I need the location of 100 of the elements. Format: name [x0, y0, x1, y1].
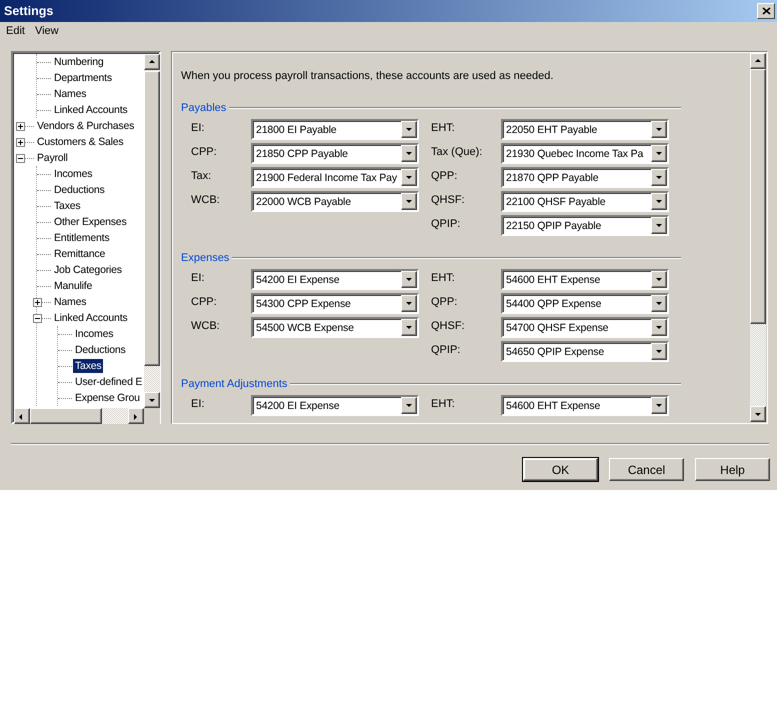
field-label: EHT: [431, 121, 456, 134]
dropdown-arrow-button[interactable] [401, 193, 417, 210]
tree-item[interactable]: Entitlements [52, 231, 112, 245]
account-dropdown[interactable]: 54200 EI Expense [251, 395, 419, 416]
tree-item[interactable]: Taxes [52, 199, 82, 213]
account-dropdown[interactable]: 22100 QHSF Payable [501, 191, 669, 212]
collapse-toggle[interactable] [33, 314, 42, 322]
field-label: EI: [191, 397, 206, 410]
scroll-right-button[interactable] [128, 408, 144, 424]
dropdown-arrow-button[interactable] [651, 295, 667, 312]
tree-item[interactable]: Deductions [52, 183, 107, 197]
dropdown-arrow-button[interactable] [651, 271, 667, 288]
account-dropdown[interactable]: 21800 EI Payable [251, 119, 419, 140]
tree-item[interactable]: Customers & Sales [35, 135, 126, 149]
field-label: QPP: [431, 295, 458, 308]
tree-item[interactable]: User-defined E [73, 375, 144, 389]
section-title: Payables [181, 102, 226, 114]
expand-toggle[interactable] [33, 298, 42, 306]
dropdown-arrow-button[interactable] [401, 169, 417, 186]
dropdown-arrow-button[interactable] [401, 397, 417, 414]
expand-toggle[interactable] [16, 138, 25, 146]
dialog-button[interactable]: OK [523, 458, 598, 481]
section-title: Expenses [181, 252, 230, 264]
dropdown-arrow-button[interactable] [401, 319, 417, 336]
field-label: Tax (Que): [431, 145, 484, 158]
tree-item[interactable]: Departments [52, 71, 114, 85]
scrollbar-thumb[interactable] [30, 408, 102, 424]
scroll-up-button[interactable] [750, 53, 766, 69]
tree-item[interactable]: Linked Accounts [52, 103, 130, 117]
collapse-toggle[interactable] [16, 154, 25, 162]
account-dropdown[interactable]: 22000 WCB Payable [251, 191, 419, 212]
caret-icon [404, 401, 414, 410]
caret-icon [404, 173, 414, 182]
account-dropdown[interactable]: 54300 CPP Expense [251, 293, 419, 314]
tree-item[interactable]: Payroll [35, 151, 70, 165]
dropdown-arrow-button[interactable] [651, 397, 667, 414]
account-dropdown[interactable]: 54400 QPP Expense [501, 293, 669, 314]
tree-item[interactable]: Vendors & Purchases [35, 119, 136, 133]
dropdown-arrow-button[interactable] [651, 169, 667, 186]
tree-item[interactable]: Manulife [52, 279, 94, 293]
dropdown-arrow-button[interactable] [651, 319, 667, 336]
menu-item[interactable]: Edit [1, 25, 30, 37]
caret-icon [654, 401, 664, 410]
expand-toggle[interactable] [16, 122, 25, 130]
field-label: QPIP: [431, 343, 462, 356]
close-button[interactable] [757, 3, 775, 19]
scroll-left-button[interactable] [14, 408, 30, 424]
tree-item[interactable]: Deductions [73, 343, 128, 357]
scrollbar-thumb[interactable] [144, 71, 160, 366]
dropdown-arrow-button[interactable] [651, 193, 667, 210]
tree-item[interactable]: Names [52, 295, 88, 309]
account-dropdown[interactable]: 22150 QPIP Payable [501, 215, 669, 236]
account-dropdown[interactable]: 21930 Quebec Income Tax Pa [501, 143, 669, 164]
dialog-button[interactable]: Help [695, 458, 770, 481]
caret-icon [404, 125, 414, 134]
account-dropdown[interactable]: 21850 CPP Payable [251, 143, 419, 164]
dropdown-arrow-button[interactable] [651, 121, 667, 138]
dialog-button[interactable]: Cancel [609, 458, 684, 481]
account-dropdown[interactable]: 54200 EI Expense [251, 269, 419, 290]
dropdown-arrow-button[interactable] [401, 271, 417, 288]
tree-item[interactable]: Numbering [52, 55, 106, 69]
tree-item[interactable]: Other Expenses [52, 215, 128, 229]
field-label: QPP: [431, 169, 458, 182]
intro-text: When you process payroll transactions, these accounts are used as needed. [181, 70, 554, 82]
caret-icon [654, 197, 664, 206]
account-dropdown[interactable]: 54700 QHSF Expense [501, 317, 669, 338]
vertical-scrollbar[interactable] [750, 53, 766, 422]
account-dropdown[interactable]: 54650 QPIP Expense [501, 341, 669, 362]
dropdown-arrow-button[interactable] [651, 343, 667, 360]
account-dropdown[interactable]: 21870 QPP Payable [501, 167, 669, 188]
account-dropdown[interactable]: 21900 Federal Income Tax Pay [251, 167, 419, 188]
tree-item[interactable]: Remittance [52, 247, 108, 261]
tree-item[interactable]: Names [52, 87, 88, 101]
field-label: QHSF: [431, 319, 466, 332]
tree-item[interactable]: Incomes [52, 167, 94, 181]
scrollbar-thumb[interactable] [750, 69, 766, 324]
scroll-up-button[interactable] [144, 54, 160, 70]
account-dropdown[interactable]: 54600 EHT Expense [501, 269, 669, 290]
dropdown-arrow-button[interactable] [651, 145, 667, 162]
caret-icon [404, 299, 414, 308]
menu-item[interactable]: View [30, 25, 64, 37]
dropdown-arrow-button[interactable] [401, 295, 417, 312]
tree-item[interactable]: Expense Grou [73, 391, 142, 405]
scrollbar-corner [144, 408, 160, 424]
caret-icon [654, 125, 664, 134]
dropdown-arrow-button[interactable] [651, 217, 667, 234]
dropdown-arrow-button[interactable] [401, 121, 417, 138]
horizontal-scrollbar[interactable] [14, 408, 144, 424]
field-label: EI: [191, 271, 206, 284]
tree-item[interactable]: Job Categories [52, 263, 124, 277]
scroll-down-button[interactable] [750, 406, 766, 422]
tree-item[interactable]: Linked Accounts [52, 311, 130, 325]
dropdown-arrow-button[interactable] [401, 145, 417, 162]
account-dropdown[interactable]: 54600 EHT Expense [501, 395, 669, 416]
account-dropdown[interactable]: 22050 EHT Payable [501, 119, 669, 140]
scroll-down-button[interactable] [144, 392, 160, 408]
account-dropdown[interactable]: 54500 WCB Expense [251, 317, 419, 338]
vertical-scrollbar[interactable] [144, 54, 160, 408]
tree-item[interactable]: Taxes [73, 359, 104, 373]
tree-item[interactable]: Incomes [73, 327, 116, 341]
